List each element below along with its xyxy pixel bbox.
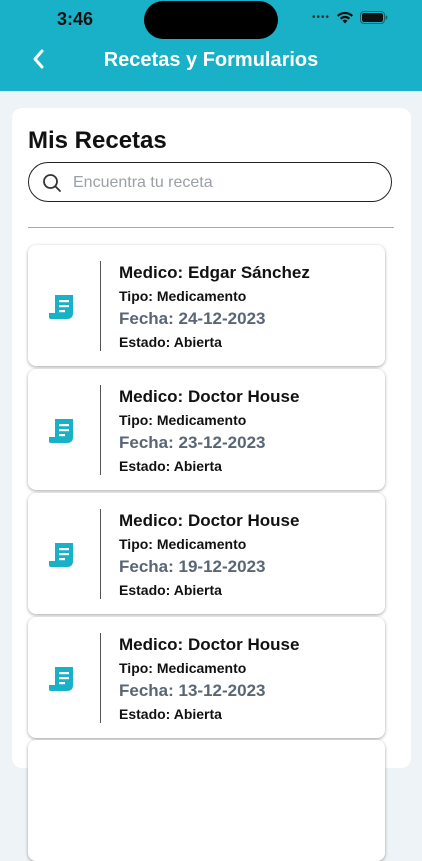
receipt-icon <box>49 543 73 567</box>
recetas-panel: Mis Recetas Medico: Edgar Sánchez Tipo: … <box>12 108 411 861</box>
receta-medico: Medico: Doctor House <box>119 387 300 406</box>
receta-medico: Medico: Doctor House <box>119 635 300 654</box>
receta-card-partial[interactable] <box>28 740 385 861</box>
card-separator <box>100 385 101 475</box>
receta-card[interactable]: Medico: Edgar Sánchez Tipo: Medicamento … <box>28 245 385 366</box>
receta-fecha: Fecha: 13-12-2023 <box>119 681 266 700</box>
card-separator <box>100 509 101 599</box>
page-title: Recetas y Formularios <box>103 49 319 71</box>
search-icon <box>43 174 61 192</box>
receta-medico: Medico: Edgar Sánchez <box>119 263 310 282</box>
search-box[interactable] <box>28 162 392 202</box>
divider <box>28 227 394 228</box>
receta-tipo: Tipo: Medicamento <box>119 536 247 552</box>
receta-medico: Medico: Doctor House <box>119 511 300 530</box>
receta-card[interactable]: Medico: Doctor House Tipo: Medicamento F… <box>28 493 385 614</box>
receta-fecha: Fecha: 23-12-2023 <box>119 433 266 452</box>
receta-tipo: Tipo: Medicamento <box>119 660 247 676</box>
card-separator <box>100 261 101 351</box>
card-separator <box>100 633 101 723</box>
receta-card[interactable]: Medico: Doctor House Tipo: Medicamento F… <box>28 617 385 738</box>
battery-icon <box>360 11 388 24</box>
search-input[interactable] <box>71 171 375 195</box>
receta-estado: Estado: Abierta <box>119 706 222 722</box>
app-header: 3:46 •••• Recetas y Formularios <box>0 0 422 91</box>
receta-fecha: Fecha: 19-12-2023 <box>119 557 266 576</box>
receta-fecha: Fecha: 24-12-2023 <box>119 309 266 328</box>
receipt-icon <box>49 419 73 443</box>
receta-card[interactable]: Medico: Doctor House Tipo: Medicamento F… <box>28 369 385 490</box>
wifi-icon <box>337 11 353 24</box>
signal-icon: •••• <box>311 12 330 23</box>
receta-estado: Estado: Abierta <box>119 458 222 474</box>
receipt-icon <box>49 295 73 319</box>
receta-estado: Estado: Abierta <box>119 582 222 598</box>
section-title: Mis Recetas <box>28 127 167 154</box>
receta-tipo: Tipo: Medicamento <box>119 412 247 428</box>
dynamic-island <box>144 1 278 39</box>
receta-tipo: Tipo: Medicamento <box>119 288 247 304</box>
receipt-icon <box>49 667 73 691</box>
status-time: 3:46 <box>57 9 94 29</box>
receta-estado: Estado: Abierta <box>119 334 222 350</box>
status-icons: •••• <box>312 11 388 24</box>
